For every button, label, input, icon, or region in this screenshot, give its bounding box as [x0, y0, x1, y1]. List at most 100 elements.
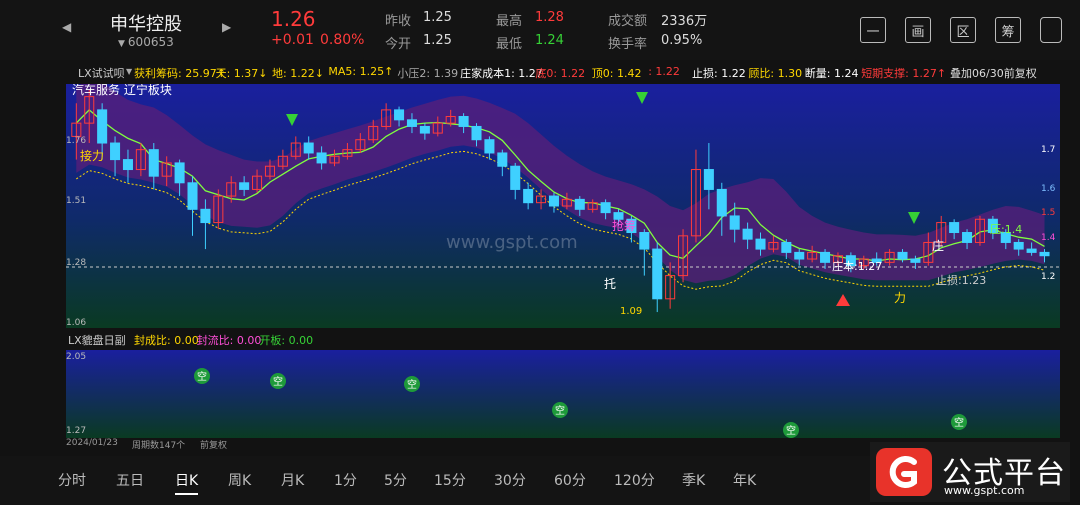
y-axis-right-label: 1.6	[1041, 184, 1056, 194]
y-axis-label: 1.51	[66, 196, 87, 206]
tab-period[interactable]: 日K	[175, 470, 199, 495]
grab-annotation: 抢筹	[612, 218, 636, 233]
stock-name: 申华控股	[110, 14, 182, 35]
candle-body	[497, 152, 508, 167]
indicator-value: 止损: 1.22	[692, 67, 746, 80]
candle-body	[949, 222, 960, 234]
sub-indicator-bar: LX貔盘日副 封成比: 0.00 封流比: 0.00 开板: 0.00	[0, 328, 1080, 350]
indicator-value: 封成比: 0.00	[134, 334, 199, 347]
sector-label: 汽车服务 辽宁板块	[72, 84, 172, 97]
candle-body	[471, 125, 482, 141]
force-annotation: 力	[894, 291, 906, 305]
candle-body	[187, 182, 198, 210]
tab-period[interactable]: 五日	[116, 470, 144, 490]
indicator-value: : 1.22	[648, 65, 680, 78]
tab-period[interactable]: 分时	[58, 470, 86, 490]
candle-body	[174, 162, 185, 184]
brand-logo: 公式平台 www.gspt.com	[870, 442, 1070, 502]
support-annotation: 托	[604, 277, 616, 291]
tab-period[interactable]: 年K	[733, 470, 756, 490]
candle-body	[652, 248, 663, 300]
dropdown-icon[interactable]: ▼	[126, 67, 132, 76]
candle-body	[600, 202, 611, 214]
empty-marker-label: 空	[555, 404, 565, 417]
y-axis-label: 1.06	[66, 318, 87, 328]
high-label: 最高	[496, 14, 523, 29]
indicator-value: MA5: 1.25↑	[328, 65, 394, 78]
turnover-label: 换手率	[608, 37, 648, 52]
tab-period[interactable]: 30分	[494, 470, 526, 490]
candle-body	[574, 198, 585, 210]
low-label: 最低	[496, 37, 523, 52]
candle-body	[303, 142, 314, 154]
period-count: 周期数147个	[132, 441, 186, 451]
logo-mark-icon	[876, 448, 932, 496]
candle-body	[122, 159, 133, 171]
stock-code[interactable]: ▼ 600653	[118, 35, 174, 49]
adjust-label[interactable]: 叠加06/30前复权	[950, 65, 1037, 81]
candle-body	[510, 165, 521, 190]
prev-stock-icon[interactable]: ◀	[62, 20, 71, 34]
dealer-cost-label: 庄本:1.27	[832, 259, 882, 273]
candle-body	[484, 139, 495, 154]
candle-body	[742, 228, 753, 240]
minus-button[interactable]: 一	[860, 17, 886, 43]
tab-period[interactable]: 周K	[228, 470, 251, 490]
candle-body	[729, 215, 740, 230]
range-button[interactable]: 区	[950, 17, 976, 43]
low-value: 1.24	[535, 33, 564, 48]
main-indicator-bar: LX试试呗 ▼ 叠加06/30前复权 获利筹码: 25.97↑ 天: 1.37↓ 地…	[0, 61, 1080, 83]
sub-y-label: 1.27	[66, 426, 87, 436]
sub-chart-background	[66, 350, 1060, 438]
next-stock-icon[interactable]: ▶	[222, 20, 231, 34]
indicator-value: 短期支撑: 1.27↑	[861, 67, 947, 80]
draw-button[interactable]: 画	[905, 17, 931, 43]
sub-indicator-name[interactable]: LX貔盘日副	[68, 332, 126, 348]
sub-indicator-chart[interactable]: 空空空空空空	[66, 350, 1060, 438]
dealer-annotation: 庄	[932, 238, 944, 253]
empty-marker-label: 空	[407, 378, 417, 391]
y-axis-right-label: 1.7	[1041, 145, 1056, 155]
candle-body	[716, 188, 727, 217]
relay-annotation: 接力	[80, 148, 104, 163]
indicator-value: 开板: 0.00	[259, 334, 314, 347]
adjust-mode: 前复权	[200, 441, 228, 451]
candle-body	[148, 149, 159, 177]
tab-period[interactable]: 60分	[554, 470, 586, 490]
candlestick-chart[interactable]: 汽车服务 辽宁板块 www.gspt.com 1.09 庄本:1.27 压:1.…	[66, 84, 1060, 328]
tab-period[interactable]: 月K	[281, 470, 304, 490]
empty-marker-label: 空	[197, 370, 207, 383]
indicator-value: 顶0: 1.42	[591, 67, 642, 80]
caret-down-icon: ▼	[118, 39, 125, 49]
tab-period[interactable]: 1分	[334, 470, 357, 490]
tab-period[interactable]: 120分	[614, 470, 655, 490]
candle-body	[458, 116, 469, 127]
volume-value: 2336万	[661, 14, 708, 29]
rotate-screen-icon[interactable]	[1040, 17, 1062, 43]
candle-body	[110, 142, 121, 161]
quote-header: ◀ 申华控股 ▼ 600653 ▶ 1.26 +0.01 0.80% 昨收 1.2…	[0, 0, 1080, 60]
low-price-mark: 1.09	[620, 306, 642, 317]
candle-body	[820, 251, 831, 263]
current-price: 1.26	[271, 7, 316, 31]
tab-period[interactable]: 季K	[682, 470, 705, 490]
candle-body	[703, 169, 714, 190]
y-axis-right-label: 1.2	[1041, 272, 1056, 282]
candle-body	[316, 152, 327, 164]
y-axis-right-label: 1.5	[1041, 208, 1056, 218]
tab-period[interactable]: 15分	[434, 470, 466, 490]
empty-marker-label: 空	[954, 416, 964, 429]
chips-button[interactable]: 筹	[995, 17, 1021, 43]
period-tab-bar: 分时 五日 日K 周K 月K 1分 5分 15分 30分 60分 120分 季K 年K	[0, 456, 870, 505]
logo-url: www.gspt.com	[944, 484, 1025, 497]
main-indicator-name[interactable]: LX试试呗	[78, 65, 125, 81]
price-change: +0.01	[271, 32, 314, 48]
candle-body	[910, 258, 921, 263]
y-axis-label: 1.28	[66, 258, 87, 268]
indicator-value: 地: 1.22↓	[272, 67, 324, 80]
candle-body	[794, 251, 805, 260]
indicator-value: 获利筹码: 25.97↑	[134, 67, 226, 80]
tab-period[interactable]: 5分	[384, 470, 407, 490]
indicator-value: 小压2: 1.39	[397, 67, 459, 80]
candle-body	[639, 232, 650, 250]
